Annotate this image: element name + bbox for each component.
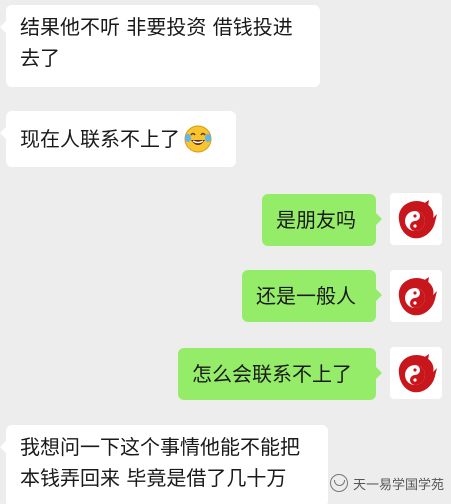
message-bubble-outgoing[interactable]: 还是一般人 — [242, 270, 382, 322]
message-bubble-incoming[interactable]: 现在人联系不上了 — [0, 111, 236, 167]
avatar[interactable] — [390, 193, 442, 245]
message-text: 是朋友吗 — [276, 207, 356, 232]
avatar[interactable] — [390, 347, 442, 399]
message-bubble-outgoing[interactable]: 怎么会联系不上了 — [178, 348, 382, 400]
red-dragon-yin-yang-icon — [398, 354, 437, 393]
message-bubble-incoming[interactable]: 我想问一下这个事情他能不能把 本钱弄回来 毕竟是借了几十万 — [0, 425, 328, 504]
chat-window: 结果他不听 非要投资 借钱投进 去了 现在人联系不上了 是朋友吗 还是一般人 怎… — [0, 0, 451, 504]
message-text: 还是一般人 — [256, 283, 356, 308]
message-bubble-incoming[interactable]: 结果他不听 非要投资 借钱投进 去了 — [0, 5, 320, 87]
wechat-channel-icon — [330, 474, 348, 492]
red-dragon-yin-yang-icon — [398, 277, 437, 316]
watermark: 天一易学国学苑 — [330, 472, 444, 494]
laughing-crying-emoji-icon — [184, 125, 212, 153]
message-text: 结果他不听 非要投资 借钱投进 去了 — [20, 15, 293, 70]
message-text: 我想问一下这个事情他能不能把 本钱弄回来 毕竟是借了几十万 — [20, 435, 300, 490]
avatar[interactable] — [390, 270, 442, 322]
message-text: 现在人联系不上了 — [20, 126, 180, 151]
watermark-text: 天一易学国学苑 — [353, 477, 445, 493]
message-text: 怎么会联系不上了 — [192, 361, 352, 386]
message-bubble-outgoing[interactable]: 是朋友吗 — [262, 194, 382, 246]
red-dragon-yin-yang-icon — [398, 200, 437, 239]
